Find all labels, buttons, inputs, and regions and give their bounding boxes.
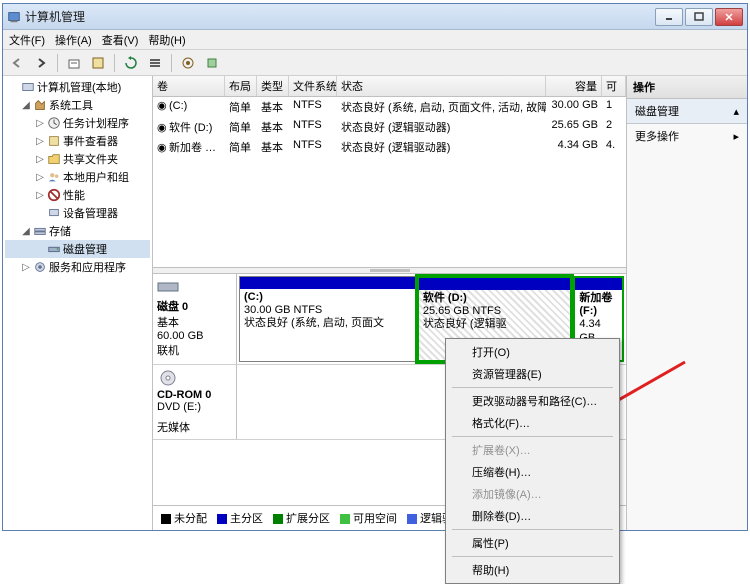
cdrom-icon [157, 369, 179, 387]
toolbar [3, 50, 747, 76]
col-type[interactable]: 类型 [257, 76, 289, 96]
ctx-help[interactable]: 帮助(H) [448, 559, 617, 581]
tree-users[interactable]: ▷本地用户和组 [5, 168, 150, 186]
actions-header: 操作 [627, 76, 747, 99]
maximize-button[interactable] [685, 8, 713, 26]
grid-header[interactable]: 卷 布局 类型 文件系统 状态 容量 可 [153, 76, 626, 97]
toolbar-export-icon[interactable] [88, 53, 108, 73]
nav-tree[interactable]: 计算机管理(本地) ◢系统工具 ▷任务计划程序 ▷事件查看器 ▷共享文件夹 ▷本… [3, 76, 153, 530]
ctx-format[interactable]: 格式化(F)… [448, 412, 617, 434]
col-volume[interactable]: 卷 [153, 76, 225, 96]
volume-row[interactable]: ◉(C:) 简单 基本 NTFS 状态良好 (系统, 启动, 页面文件, 活动,… [153, 97, 626, 117]
toolbar-help-icon[interactable] [202, 53, 222, 73]
ctx-add-mirror[interactable]: 添加镜像(A)… [448, 483, 617, 505]
tree-scheduler[interactable]: ▷任务计划程序 [5, 114, 150, 132]
menubar: 文件(F) 操作(A) 查看(V) 帮助(H) [3, 30, 747, 50]
volume-row[interactable]: ◉软件 (D:) 简单 基本 NTFS 状态良好 (逻辑驱动器) 25.65 G… [153, 117, 626, 137]
collapse-icon: ▴ [733, 105, 739, 118]
col-filesystem[interactable]: 文件系统 [289, 76, 337, 96]
chevron-right-icon: ▸ [733, 130, 739, 143]
context-menu[interactable]: 打开(O) 资源管理器(E) 更改驱动器号和路径(C)… 格式化(F)… 扩展卷… [445, 338, 620, 584]
ctx-properties[interactable]: 属性(P) [448, 532, 617, 554]
col-status[interactable]: 状态 [337, 76, 546, 96]
ctx-change-letter[interactable]: 更改驱动器号和路径(C)… [448, 390, 617, 412]
actions-group-diskmgmt[interactable]: 磁盘管理 ▴ [627, 99, 747, 124]
menu-view[interactable]: 查看(V) [102, 32, 139, 48]
tree-services[interactable]: ▷服务和应用程序 [5, 258, 150, 276]
partition-c[interactable]: (C:) 30.00 GB NTFS 状态良好 (系统, 启动, 页面文 [239, 276, 416, 362]
tree-storage[interactable]: ◢存储 [5, 222, 150, 240]
nav-forward-button[interactable] [31, 53, 51, 73]
minimize-button[interactable] [655, 8, 683, 26]
actions-more[interactable]: 更多操作 ▸ [627, 124, 747, 148]
nav-back-button[interactable] [7, 53, 27, 73]
col-layout[interactable]: 布局 [225, 76, 257, 96]
titlebar[interactable]: 计算机管理 [3, 4, 747, 30]
tree-devmgr[interactable]: 设备管理器 [5, 204, 150, 222]
close-button[interactable] [715, 8, 743, 26]
col-free[interactable]: 可 [602, 76, 626, 96]
toolbar-list-icon[interactable] [145, 53, 165, 73]
toolbar-refresh-icon[interactable] [121, 53, 141, 73]
toolbar-settings-icon[interactable] [178, 53, 198, 73]
disk-icon [157, 278, 179, 296]
app-icon [7, 10, 21, 24]
tree-perf[interactable]: ▷性能 [5, 186, 150, 204]
disk-info[interactable]: 磁盘 0 基本 60.00 GB 联机 [153, 274, 237, 364]
ctx-extend[interactable]: 扩展卷(X)… [448, 439, 617, 461]
cdrom-info[interactable]: CD-ROM 0 DVD (E:) 无媒体 [153, 365, 237, 439]
tree-shared[interactable]: ▷共享文件夹 [5, 150, 150, 168]
tree-eventviewer[interactable]: ▷事件查看器 [5, 132, 150, 150]
tree-diskmgmt[interactable]: 磁盘管理 [5, 240, 150, 258]
col-capacity[interactable]: 容量 [546, 76, 602, 96]
ctx-explorer[interactable]: 资源管理器(E) [448, 363, 617, 385]
toolbar-properties-icon[interactable] [64, 53, 84, 73]
volume-list[interactable]: 卷 布局 类型 文件系统 状态 容量 可 ◉(C:) 简单 基本 NTFS 状态… [153, 76, 626, 268]
window-title: 计算机管理 [25, 8, 655, 25]
menu-file[interactable]: 文件(F) [9, 32, 45, 48]
menu-help[interactable]: 帮助(H) [148, 32, 185, 48]
tree-systools[interactable]: ◢系统工具 [5, 96, 150, 114]
actions-panel: 操作 磁盘管理 ▴ 更多操作 ▸ [627, 76, 747, 530]
ctx-open[interactable]: 打开(O) [448, 341, 617, 363]
volume-row[interactable]: ◉新加卷 … 简单 基本 NTFS 状态良好 (逻辑驱动器) 4.34 GB 4… [153, 137, 626, 157]
menu-action[interactable]: 操作(A) [55, 32, 92, 48]
tree-root[interactable]: 计算机管理(本地) [5, 78, 150, 96]
ctx-shrink[interactable]: 压缩卷(H)… [448, 461, 617, 483]
app-window: 计算机管理 文件(F) 操作(A) 查看(V) 帮助(H) 计算机管理(本地) … [2, 3, 748, 531]
ctx-delete[interactable]: 删除卷(D)… [448, 505, 617, 527]
